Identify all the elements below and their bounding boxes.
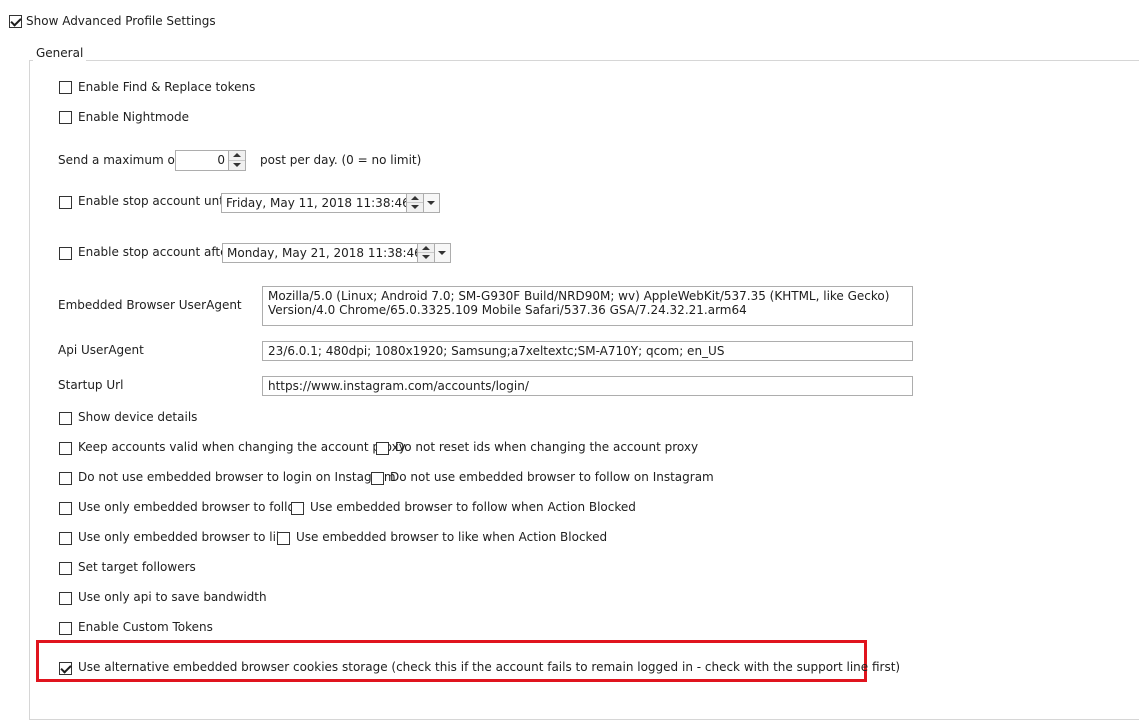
stop-until-checkbox[interactable] [59,196,72,209]
embedded-ua-label: Embedded Browser UserAgent [58,298,242,312]
api-bandwidth-label[interactable]: Use only api to save bandwidth [78,589,267,605]
find-replace-label[interactable]: Enable Find & Replace tokens [78,79,255,95]
decrement-button[interactable] [229,161,245,171]
stop-until-value: Friday, May 11, 2018 11:38:46 PM [226,196,432,210]
max-posts-prefix: Send a maximum of [58,153,180,167]
decrement-button[interactable] [418,253,434,262]
nightmode-label[interactable]: Enable Nightmode [78,109,189,125]
api-ua-field[interactable]: 23/6.0.1; 480dpi; 1080x1920; Samsung;a7x… [262,341,913,361]
general-group-title: General [33,45,87,61]
chevron-down-icon [438,251,446,255]
stop-after-dropdown-button[interactable] [434,244,450,262]
stop-until-spin-buttons[interactable] [406,194,423,212]
only-embedded-follow-checkbox[interactable] [59,502,72,515]
arrow-down-icon [411,205,419,209]
embedded-follow-blocked-checkbox[interactable] [291,502,304,515]
show-device-checkbox[interactable] [59,412,72,425]
no-embedded-login-checkbox[interactable] [59,472,72,485]
max-posts-spin-buttons[interactable] [228,151,245,170]
stop-after-datetime-picker[interactable]: Monday, May 21, 2018 11:38:46 PM [222,243,451,263]
only-embedded-like-label[interactable]: Use only embedded browser to like [78,529,290,545]
startup-url-field[interactable]: https://www.instagram.com/accounts/login… [262,376,913,396]
increment-button[interactable] [407,194,423,203]
stop-after-value: Monday, May 21, 2018 11:38:46 PM [227,246,444,260]
arrow-down-icon [422,255,430,259]
no-reset-ids-label[interactable]: Do not reset ids when changing the accou… [395,439,698,455]
show-advanced-checkbox[interactable] [9,15,22,28]
only-embedded-follow-label[interactable]: Use only embedded browser to follow [78,499,305,515]
target-followers-checkbox[interactable] [59,562,72,575]
stop-after-spin-buttons[interactable] [417,244,434,262]
show-device-label[interactable]: Show device details [78,409,197,425]
api-bandwidth-checkbox[interactable] [59,592,72,605]
alt-cookies-checkbox[interactable] [59,662,72,675]
arrow-up-icon [411,196,419,200]
max-posts-stepper[interactable]: 0 [175,150,246,171]
stop-after-checkbox[interactable] [59,247,72,260]
show-advanced-label[interactable]: Show Advanced Profile Settings [26,13,216,29]
keep-valid-label[interactable]: Keep accounts valid when changing the ac… [78,439,406,455]
stop-after-label[interactable]: Enable stop account after [78,244,232,260]
increment-button[interactable] [229,151,245,161]
only-embedded-like-checkbox[interactable] [59,532,72,545]
chevron-down-icon [427,201,435,205]
no-reset-ids-checkbox[interactable] [376,442,389,455]
embedded-follow-blocked-label[interactable]: Use embedded browser to follow when Acti… [310,499,636,515]
target-followers-label[interactable]: Set target followers [78,559,196,575]
max-posts-suffix: post per day. (0 = no limit) [260,153,422,167]
stop-until-label[interactable]: Enable stop account until [78,193,231,209]
keep-valid-checkbox[interactable] [59,442,72,455]
alt-cookies-label[interactable]: Use alternative embedded browser cookies… [78,659,900,675]
increment-button[interactable] [418,244,434,253]
no-embedded-follow-checkbox[interactable] [371,472,384,485]
arrow-up-icon [233,153,241,157]
arrow-down-icon [233,162,241,167]
embedded-ua-field[interactable]: Mozilla/5.0 (Linux; Android 7.0; SM-G930… [262,286,913,326]
arrow-up-icon [422,246,430,250]
no-embedded-login-label[interactable]: Do not use embedded browser to login on … [78,469,396,485]
decrement-button[interactable] [407,203,423,212]
startup-url-label: Startup Url [58,378,124,392]
stop-until-dropdown-button[interactable] [423,194,439,212]
embedded-like-blocked-checkbox[interactable] [277,532,290,545]
find-replace-checkbox[interactable] [59,81,72,94]
no-embedded-follow-label[interactable]: Do not use embedded browser to follow on… [390,469,714,485]
custom-tokens-label[interactable]: Enable Custom Tokens [78,619,213,635]
embedded-like-blocked-label[interactable]: Use embedded browser to like when Action… [296,529,607,545]
custom-tokens-checkbox[interactable] [59,622,72,635]
max-posts-value: 0 [217,153,225,167]
api-ua-label: Api UserAgent [58,343,144,357]
nightmode-checkbox[interactable] [59,111,72,124]
stop-until-datetime-picker[interactable]: Friday, May 11, 2018 11:38:46 PM [221,193,440,213]
